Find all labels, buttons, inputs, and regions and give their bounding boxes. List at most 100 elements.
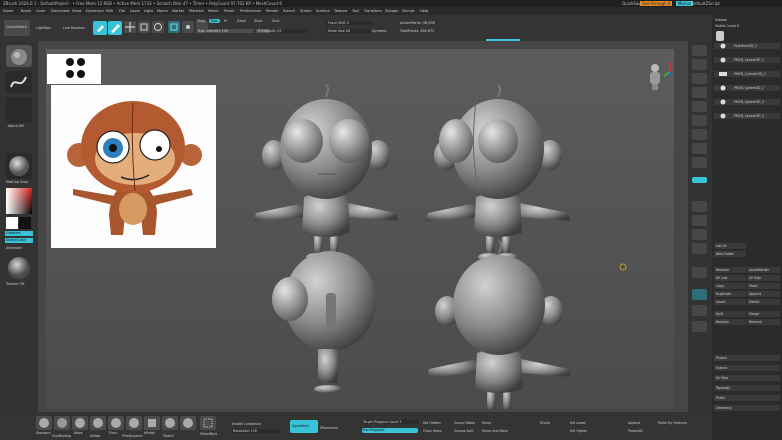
brush-trimdynamic[interactable] — [126, 416, 142, 430]
menu-brush[interactable]: Brush — [21, 9, 31, 13]
brush-pinch[interactable] — [108, 416, 124, 430]
topology-section[interactable]: Topology — [714, 385, 780, 391]
menu-marker[interactable]: Marker — [172, 9, 184, 13]
zadd-toggle[interactable]: Zadd — [237, 19, 246, 23]
frame-button[interactable] — [692, 201, 707, 212]
del-hidden-button[interactable]: Del Hidden — [423, 421, 441, 425]
menu-edit[interactable]: Edit — [106, 9, 113, 13]
subtool-active-thumb[interactable] — [716, 31, 724, 41]
brush-claybuildup[interactable] — [54, 416, 70, 430]
brush-selectrect[interactable] — [200, 416, 216, 430]
brush-slash3[interactable] — [162, 416, 178, 430]
boolean-button[interactable]: Boolean — [714, 319, 746, 325]
menu-stencil[interactable]: Stencil — [283, 9, 295, 13]
all-high-button[interactable]: All High — [747, 275, 780, 281]
menu-tool[interactable]: Tool — [352, 9, 359, 13]
color-picker[interactable] — [6, 188, 32, 214]
menu-macro[interactable]: Macro — [157, 9, 168, 13]
group-visible-button[interactable]: Group Visible — [454, 421, 475, 425]
solo-button[interactable] — [692, 321, 707, 332]
floor-button[interactable] — [692, 143, 707, 154]
texture-thumbnail[interactable] — [6, 255, 32, 281]
menu-render[interactable]: Render — [266, 9, 279, 13]
quicksketch-button[interactable]: QuickSketch — [4, 20, 30, 36]
move-view-button[interactable] — [692, 215, 707, 226]
move-button[interactable] — [124, 21, 136, 33]
brush-hpolish[interactable] — [144, 416, 160, 430]
uv-map-section[interactable]: UV Map — [714, 375, 780, 381]
z-intensity-slider[interactable]: Z Intensity 25 — [256, 29, 308, 33]
default-zscript-button[interactable]: DefaultZScript — [691, 1, 720, 6]
switchcolor-button[interactable]: SwitchColor — [5, 238, 33, 243]
zcut-toggle[interactable]: Zcut — [272, 19, 280, 23]
draw-size-slider[interactable]: Draw Size 64 — [326, 29, 370, 33]
alpha-thumbnail[interactable] — [6, 97, 32, 123]
rgb-intensity-slider[interactable]: Rgb Intensity 100 — [196, 29, 254, 33]
append-bottom-button[interactable]: Append — [628, 421, 640, 425]
xyz-toggle[interactable] — [692, 177, 707, 183]
aahalf-button[interactable] — [692, 115, 707, 126]
spix-button[interactable] — [692, 59, 707, 70]
mirror-button[interactable]: Mirror — [482, 421, 491, 425]
insert-button[interactable]: Insert — [714, 299, 746, 305]
stroke-thumbnail[interactable] — [6, 71, 32, 93]
bpr-button[interactable] — [692, 45, 707, 56]
scroll-button[interactable] — [692, 73, 707, 84]
navigation-gizmo[interactable] — [644, 58, 674, 92]
menu-zplugin[interactable]: Zplugin — [385, 9, 399, 13]
rotate-view-button[interactable] — [692, 243, 707, 254]
mrgb-toggle[interactable]: Mrgb — [197, 19, 206, 23]
lightbox-button[interactable]: LightBox — [36, 26, 51, 30]
split-button[interactable]: Split — [714, 311, 746, 317]
menu-zscript[interactable]: Zscript — [402, 9, 414, 13]
alternate-button[interactable]: Alternate — [6, 246, 22, 250]
focal-shift-slider[interactable]: Focal Shift 0 — [326, 21, 374, 25]
project-section[interactable]: Project — [714, 355, 780, 361]
dynamic-toggle[interactable]: Dynamic — [372, 29, 387, 33]
menu-layer[interactable]: Layer — [130, 9, 140, 13]
menu-color[interactable]: Color — [36, 9, 45, 13]
menu-file[interactable]: File — [119, 9, 125, 13]
resolution-slider[interactable]: Resolution 128 — [232, 429, 280, 433]
main-color-swatch[interactable] — [6, 217, 18, 229]
duplicate-button[interactable]: Duplicate — [714, 291, 746, 297]
brush-dam-standard[interactable] — [180, 416, 196, 430]
menu-dynamics[interactable]: Dynamics — [86, 9, 104, 13]
mirror-weld-button[interactable]: Mirror And Weld — [482, 429, 507, 433]
menu-preferences[interactable]: Preferences — [240, 9, 261, 13]
menu-draw[interactable]: Draw — [72, 9, 81, 13]
paste-button[interactable]: Paste — [747, 283, 780, 289]
del-higher-button[interactable]: Del Higher — [570, 429, 587, 433]
new-folder-button[interactable]: New Folder — [714, 251, 746, 257]
project-all-button[interactable]: ProjectAll — [628, 429, 643, 433]
menu-material[interactable]: Material — [189, 9, 204, 13]
actual-button[interactable] — [692, 101, 707, 112]
polyf-button[interactable] — [692, 267, 707, 278]
dynamesh-button[interactable]: DynaMesh — [290, 420, 318, 433]
zoom3d-button[interactable] — [692, 229, 707, 240]
gradient-toggle[interactable]: Gradient — [5, 231, 33, 236]
material-thumbnail[interactable] — [6, 153, 32, 179]
zremesher-button[interactable]: ZRemesher — [320, 426, 338, 430]
divide-button[interactable]: Divide — [540, 421, 550, 425]
menu-document[interactable]: Document — [51, 9, 70, 13]
enable-customize-button[interactable]: Enable Customize — [232, 422, 261, 426]
zsub-toggle[interactable]: Zsub — [254, 19, 262, 23]
ghost-button[interactable] — [692, 305, 707, 316]
geometry-section[interactable]: Geometry — [714, 405, 780, 411]
menu-light[interactable]: Light — [144, 9, 153, 13]
all-low-button[interactable]: All Low — [714, 275, 746, 281]
transp-button[interactable] — [692, 289, 707, 300]
brush-standard[interactable] — [36, 416, 52, 430]
delete-button[interactable]: Delete — [747, 299, 780, 305]
zoom-button[interactable] — [692, 87, 707, 98]
rotate-button[interactable] — [152, 21, 164, 33]
menu-stroke[interactable]: Stroke — [300, 9, 311, 13]
brush-move[interactable] — [72, 416, 88, 430]
draw-button[interactable] — [108, 21, 122, 35]
scale-button[interactable] — [138, 21, 150, 33]
see-through-slider[interactable]: See-through 0 — [640, 1, 673, 6]
target-count-slider[interactable]: Target Polygons Count 5 — [362, 420, 418, 424]
persp-button[interactable] — [692, 129, 707, 140]
del-lower-button[interactable]: Del Lower — [570, 421, 586, 425]
